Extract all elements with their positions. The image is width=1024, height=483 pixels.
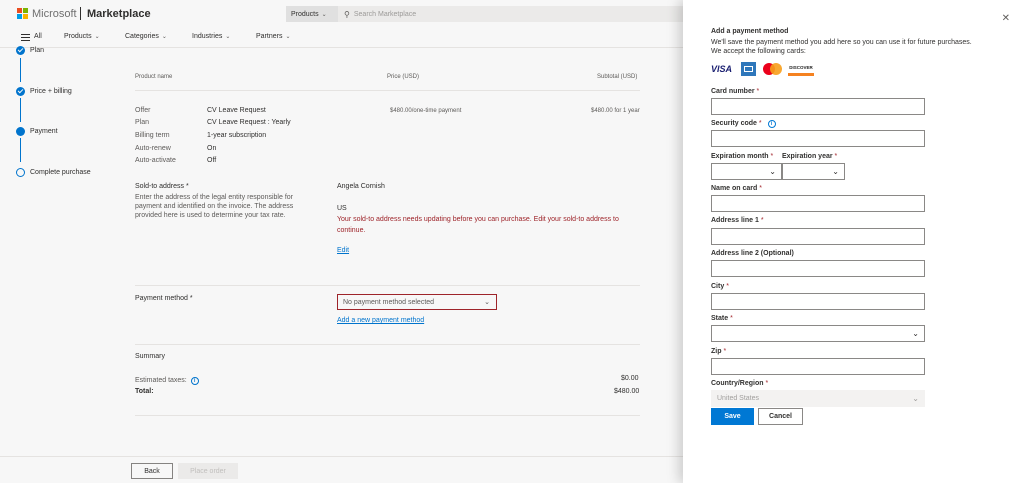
add-payment-method-panel: ✕ Add a payment method We'll save the pa… — [683, 0, 1024, 483]
address-line-1-input[interactable] — [711, 228, 925, 245]
expiration-year-select[interactable]: ⌄ — [782, 163, 845, 180]
security-code-label: Security code * i — [711, 120, 776, 128]
country-label-text: Country/Region — [711, 380, 764, 387]
state-select[interactable]: ⌄ — [711, 325, 925, 342]
panel-description: We'll save the payment method you add he… — [711, 38, 1011, 56]
country-label: Country/Region * — [711, 380, 768, 387]
card-number-input[interactable] — [711, 98, 925, 115]
close-icon[interactable]: ✕ — [1002, 13, 1010, 24]
panel-description-line: We accept the following cards: — [711, 48, 806, 55]
required-mark: * — [758, 120, 762, 127]
expiration-year-label-text: Expiration year — [782, 153, 833, 160]
chevron-down-icon: ⌄ — [832, 167, 839, 176]
name-on-card-input[interactable] — [711, 195, 925, 212]
zip-label: Zip * — [711, 348, 726, 355]
mastercard-card-icon — [763, 62, 783, 76]
required-mark: * — [770, 153, 774, 160]
address-line-1-label-text: Address line 1 — [711, 217, 759, 224]
panel-title: Add a payment method — [711, 28, 789, 35]
city-input[interactable] — [711, 293, 925, 310]
expiration-month-select[interactable]: ⌄ — [711, 163, 782, 180]
state-label: State * — [711, 315, 733, 322]
required-mark: * — [759, 185, 762, 192]
expiration-year-label: Expiration year * — [782, 153, 837, 160]
discover-card-icon: DISCOVER — [788, 62, 814, 76]
address-line-1-label: Address line 1 * — [711, 217, 764, 224]
required-mark: * — [730, 315, 733, 322]
city-label: City * — [711, 283, 729, 290]
amex-card-icon — [741, 62, 756, 76]
chevron-down-icon: ⌄ — [912, 394, 919, 403]
city-label-text: City — [711, 283, 725, 290]
save-button[interactable]: Save — [711, 408, 754, 425]
info-icon[interactable]: i — [767, 120, 776, 128]
expiration-month-label: Expiration month * — [711, 153, 773, 160]
country-select: United States ⌄ — [711, 390, 925, 407]
expiration-month-label-text: Expiration month — [711, 153, 769, 160]
zip-input[interactable] — [711, 358, 925, 375]
name-on-card-label-text: Name on card — [711, 185, 758, 192]
cancel-button[interactable]: Cancel — [758, 408, 803, 425]
required-mark: * — [765, 380, 769, 387]
required-mark: * — [756, 88, 760, 95]
chevron-down-icon: ⌄ — [912, 329, 919, 338]
address-line-2-label: Address line 2 (Optional) — [711, 250, 794, 257]
required-mark: * — [726, 283, 729, 290]
panel-description-line: We'll save the payment method you add he… — [711, 39, 972, 46]
card-number-label-text: Card number — [711, 88, 755, 95]
required-mark: * — [760, 217, 764, 224]
security-code-label-text: Security code — [711, 120, 757, 127]
name-on-card-label: Name on card * — [711, 185, 762, 192]
security-code-input[interactable] — [711, 130, 925, 147]
modal-scrim[interactable] — [0, 0, 683, 483]
required-mark: * — [723, 348, 727, 355]
chevron-down-icon: ⌄ — [769, 167, 776, 176]
accepted-cards: VISA DISCOVER — [711, 62, 814, 76]
visa-card-icon: VISA — [711, 64, 733, 74]
address-line-2-input[interactable] — [711, 260, 925, 277]
required-mark: * — [834, 153, 838, 160]
zip-label-text: Zip — [711, 348, 722, 355]
state-label-text: State — [711, 315, 729, 322]
country-value: United States — [717, 395, 760, 402]
card-number-label: Card number * — [711, 88, 759, 95]
